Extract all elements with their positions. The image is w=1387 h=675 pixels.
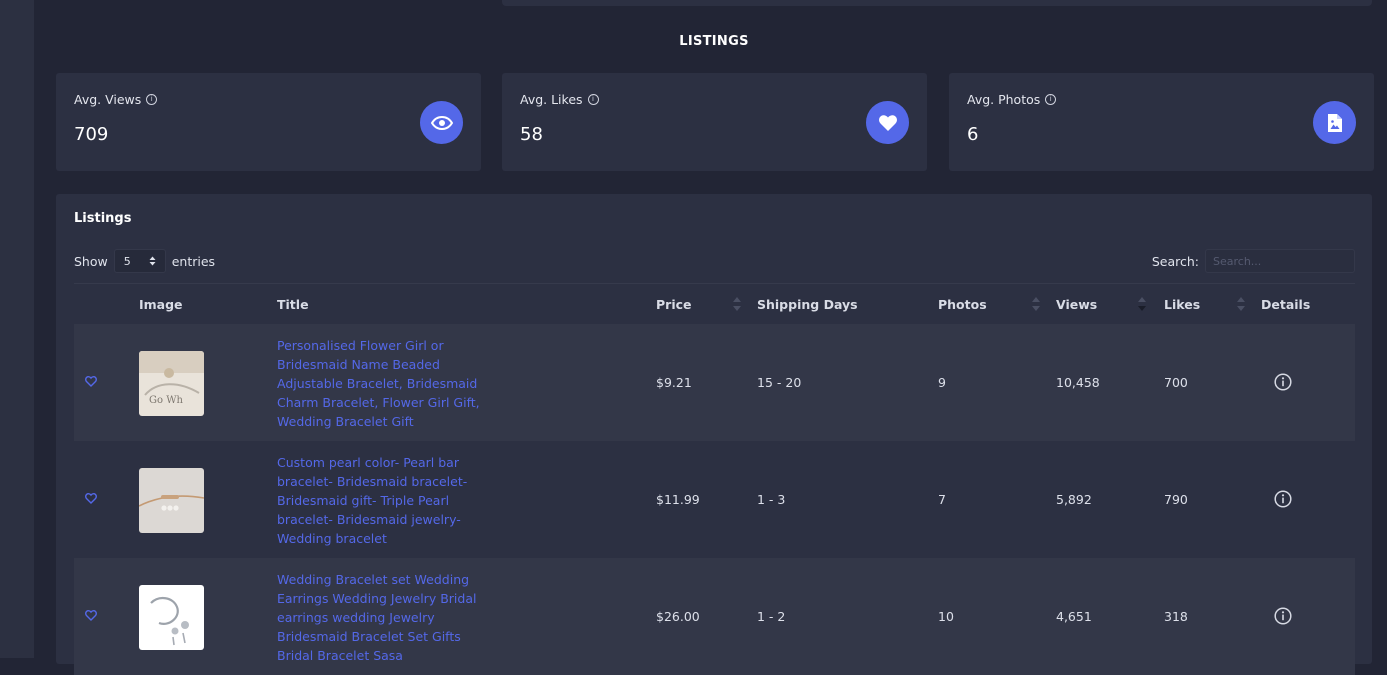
listing-price: $26.00	[656, 609, 700, 624]
search-control: Search:	[1152, 249, 1355, 273]
details-info-icon[interactable]	[1274, 373, 1292, 391]
listings-card: Listings Show 5 entries Search: Image Ti…	[56, 194, 1372, 675]
stat-label: Avg. Likes	[520, 92, 583, 107]
column-header-price[interactable]: Price	[656, 297, 692, 312]
listing-views: 5,892	[1056, 492, 1092, 507]
eye-icon	[420, 101, 463, 144]
stat-card-avg-views: Avg. Views i 709	[56, 73, 481, 171]
listing-photos: 7	[938, 492, 946, 507]
listing-shipping-days: 15 - 20	[757, 375, 802, 390]
listing-price: $11.99	[656, 492, 700, 507]
info-icon[interactable]: i	[146, 94, 158, 105]
info-icon[interactable]: i	[1045, 94, 1057, 105]
table-row: Wedding Bracelet set Wedding Earrings We…	[74, 558, 1355, 675]
listing-views: 10,458	[1056, 375, 1100, 390]
svg-text:Go Wh: Go Wh	[149, 395, 183, 406]
search-input[interactable]	[1205, 249, 1355, 273]
table-row: Custom pearl color- Pearl bar bracelet- …	[74, 441, 1355, 558]
sort-icon[interactable]	[1237, 297, 1245, 311]
stat-card-avg-photos: Avg. Photos i 6	[949, 73, 1374, 171]
column-header-views[interactable]: Views	[1056, 297, 1097, 312]
column-header-photos[interactable]: Photos	[938, 297, 987, 312]
select-arrows-icon	[149, 256, 156, 266]
column-header-image: Image	[139, 297, 183, 312]
listing-thumbnail	[139, 468, 204, 533]
listing-price: $9.21	[656, 375, 692, 390]
heart-icon	[866, 101, 909, 144]
listings-heading: Listings	[74, 211, 132, 226]
listing-likes: 790	[1164, 492, 1188, 507]
entries-control: Show 5 entries	[74, 249, 215, 273]
listing-likes: 700	[1164, 375, 1188, 390]
stat-value: 6	[967, 124, 979, 145]
column-header-title[interactable]: Title	[277, 297, 309, 312]
details-info-icon[interactable]	[1274, 490, 1292, 508]
listing-views: 4,651	[1056, 609, 1092, 624]
listing-shipping-days: 1 - 2	[757, 609, 786, 624]
search-label: Search:	[1151, 253, 1199, 269]
table-row: Go Wh Personalised Flower Girl or Brides…	[74, 324, 1355, 441]
listing-title-link[interactable]: Personalised Flower Girl or Bridesmaid N…	[277, 336, 492, 431]
sort-icon[interactable]	[733, 297, 741, 311]
listing-thumbnail	[139, 585, 204, 650]
table-header: Image Title Price Shipping Days Photos V…	[74, 283, 1355, 325]
entries-select[interactable]: 5	[113, 249, 166, 273]
favorite-heart-icon[interactable]	[85, 609, 97, 624]
entries-value: 5	[123, 254, 131, 268]
favorite-heart-icon[interactable]	[85, 375, 97, 390]
listing-photos: 10	[938, 609, 954, 624]
stat-label: Avg. Photos	[967, 92, 1041, 107]
column-header-likes[interactable]: Likes	[1164, 297, 1200, 312]
listing-title-link[interactable]: Wedding Bracelet set Wedding Earrings We…	[277, 570, 492, 665]
column-header-details: Details	[1261, 297, 1311, 312]
listing-photos: 9	[938, 375, 946, 390]
listing-title-link[interactable]: Custom pearl color- Pearl bar bracelet- …	[277, 453, 492, 548]
listing-likes: 318	[1164, 609, 1188, 624]
section-title: LISTINGS	[679, 34, 749, 49]
stat-value: 58	[520, 124, 543, 145]
listing-thumbnail: Go Wh	[139, 351, 204, 416]
sort-desc-icon[interactable]	[1138, 297, 1146, 311]
image-file-icon	[1313, 101, 1356, 144]
entries-label: entries	[171, 253, 216, 269]
stat-value: 709	[74, 124, 109, 145]
sort-icon[interactable]	[1032, 297, 1040, 311]
column-header-shipping-days[interactable]: Shipping Days	[757, 297, 858, 312]
favorite-heart-icon[interactable]	[85, 492, 97, 507]
details-info-icon[interactable]	[1274, 607, 1292, 625]
top-panel-edge	[502, 0, 1372, 6]
stat-label: Avg. Views	[74, 92, 142, 107]
listing-shipping-days: 1 - 3	[757, 492, 786, 507]
stat-card-avg-likes: Avg. Likes i 58	[502, 73, 927, 171]
show-label: Show	[74, 253, 108, 269]
info-icon[interactable]: i	[587, 94, 599, 105]
sidebar-rail	[0, 0, 34, 658]
